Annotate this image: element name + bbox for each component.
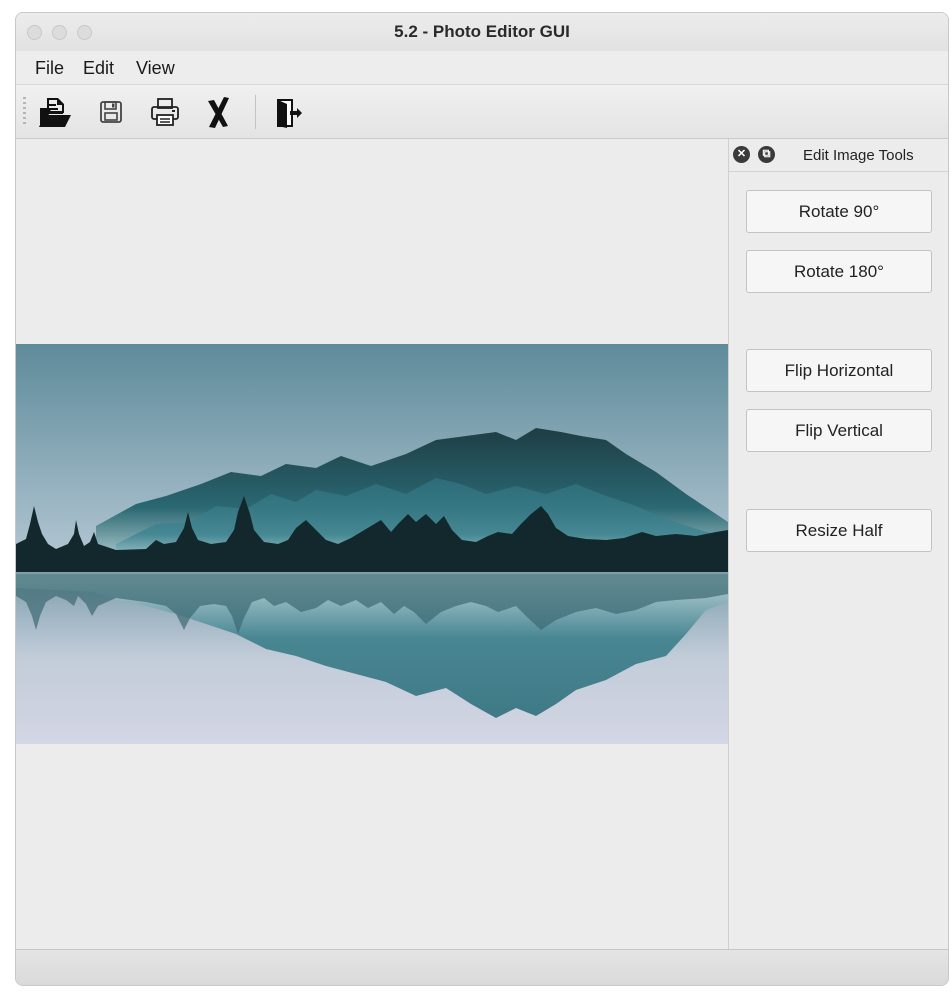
status-bar [16, 949, 948, 985]
resize-half-button[interactable]: Resize Half [746, 509, 932, 552]
rotate-180-button[interactable]: Rotate 180° [746, 250, 932, 293]
window-title: 5.2 - Photo Editor GUI [394, 22, 570, 41]
toolbar-separator [255, 95, 256, 129]
dock-title: Edit Image Tools [803, 147, 914, 164]
image-canvas-area[interactable] [16, 139, 728, 949]
open-folder-icon [39, 98, 71, 127]
menu-view[interactable]: View [136, 58, 175, 79]
dock-float-icon[interactable]: ⧉ [758, 146, 775, 163]
clear-icon [208, 97, 229, 128]
dock-header: ✕ ⧉ Edit Image Tools [729, 139, 948, 172]
exit-button[interactable] [271, 95, 305, 129]
menu-bar: File Edit View [16, 51, 948, 85]
image-display [16, 344, 728, 744]
toolbar [16, 85, 948, 139]
flip-horizontal-button[interactable]: Flip Horizontal [746, 349, 932, 392]
edit-image-tools-dock: ✕ ⧉ Edit Image Tools Rotate 90° Rotate 1… [728, 139, 948, 949]
print-button[interactable] [148, 95, 182, 129]
title-bar: 5.2 - Photo Editor GUI [16, 13, 948, 52]
open-button[interactable] [38, 95, 72, 129]
save-icon [100, 101, 122, 123]
save-button[interactable] [94, 95, 128, 129]
toolbar-grip-handle[interactable] [23, 97, 26, 127]
clear-button[interactable] [202, 95, 236, 129]
exit-icon [277, 99, 302, 128]
menu-file[interactable]: File [35, 58, 64, 79]
rotate-90-button[interactable]: Rotate 90° [746, 190, 932, 233]
dock-close-icon[interactable]: ✕ [733, 146, 750, 163]
main-window: 5.2 - Photo Editor GUI File Edit View ✕ … [15, 12, 949, 986]
print-icon [151, 98, 179, 126]
menu-edit[interactable]: Edit [83, 58, 114, 79]
flip-vertical-button[interactable]: Flip Vertical [746, 409, 932, 452]
